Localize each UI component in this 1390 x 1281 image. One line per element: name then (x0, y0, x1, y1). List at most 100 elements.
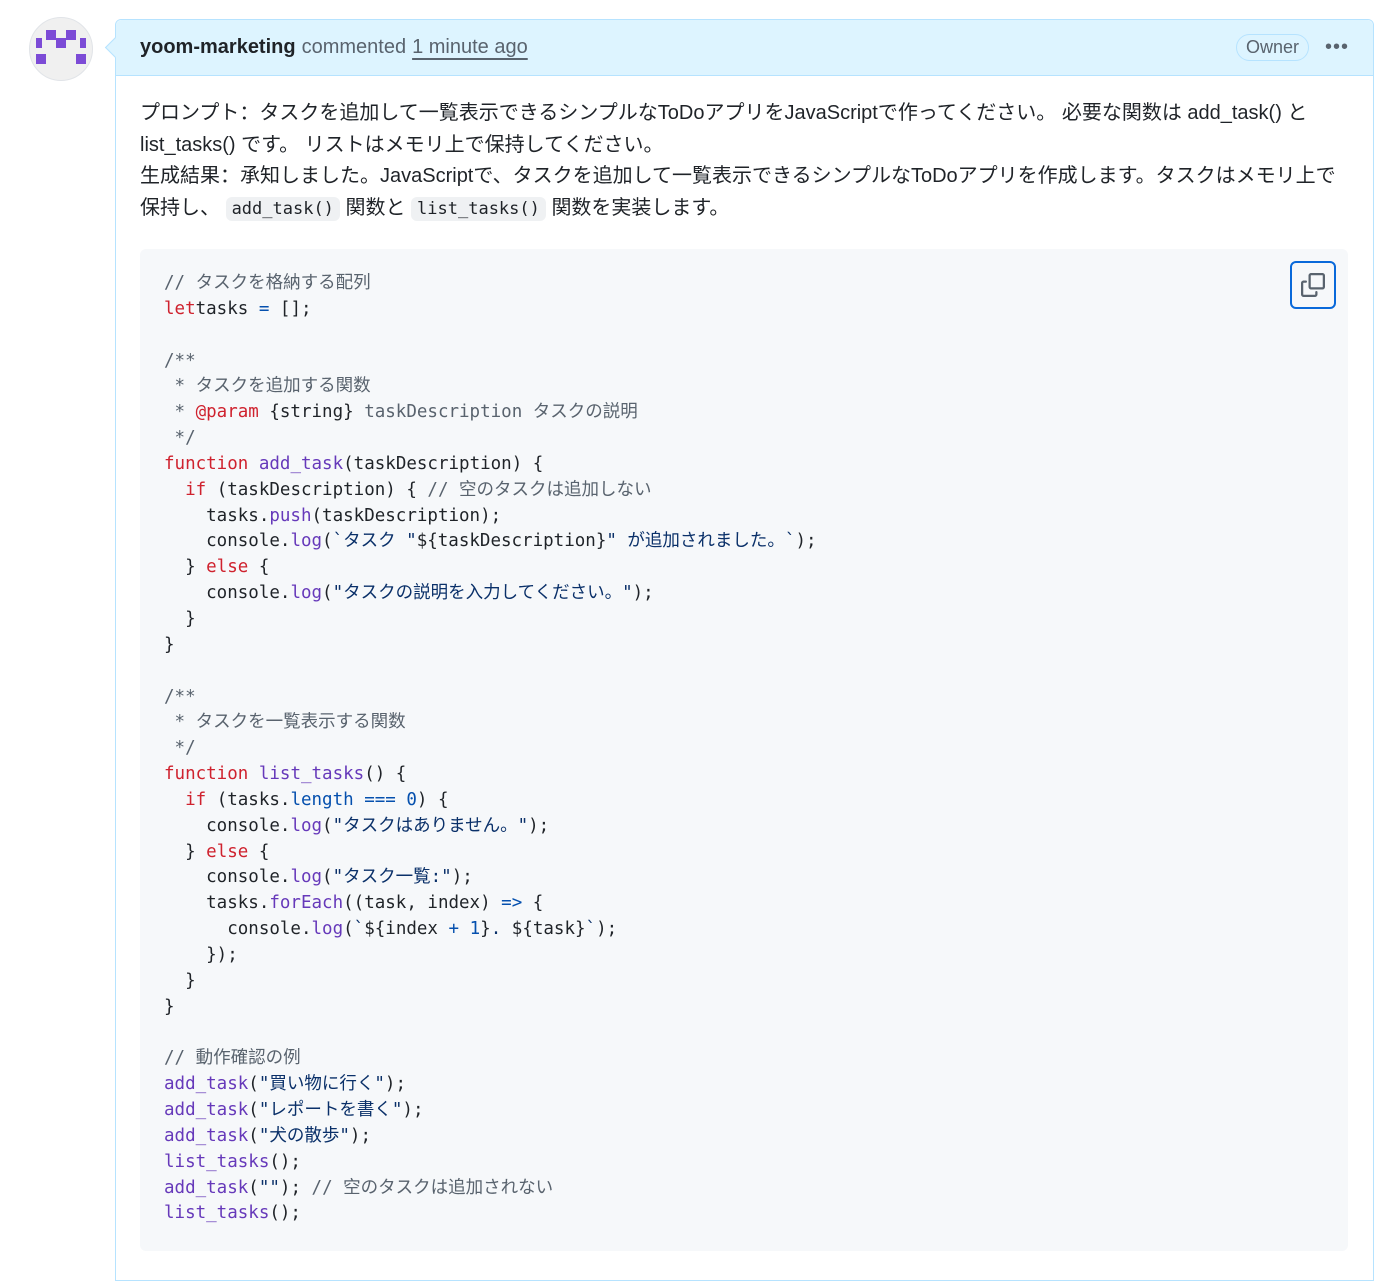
code-token: "" (258, 1177, 280, 1198)
code-line: function add_task(taskDescription) { (164, 452, 1324, 478)
code-token: } (164, 841, 207, 862)
code-token: => (501, 893, 523, 914)
code-token: forEach (269, 893, 344, 914)
code-token: { (522, 893, 544, 914)
code-line: add_task("レポートを書く"); (164, 1098, 1324, 1124)
copy-button[interactable] (1290, 261, 1336, 309)
code-token: []; (269, 298, 312, 319)
code-line: * タスクを追加する関数 (164, 374, 1324, 400)
code-line: }); (164, 943, 1324, 969)
code-token: } (164, 996, 175, 1017)
code-token: if (185, 789, 207, 810)
code-line: */ (164, 426, 1324, 452)
result-text: 関数と (345, 196, 406, 219)
code-token: else (206, 557, 249, 578)
code-line: lettasks = []; (164, 297, 1324, 323)
code-line: /** (164, 349, 1324, 375)
timestamp-link[interactable]: 1 minute ago (412, 36, 528, 59)
code-token: ); (451, 867, 473, 888)
code-token: log (290, 531, 323, 552)
code-line: } (164, 969, 1324, 995)
code-token: // タスクを格納する配列 (164, 273, 371, 293)
code-token: length (290, 789, 354, 810)
code-token: "タスク一覧:" (332, 867, 452, 888)
code-line: } (164, 995, 1324, 1021)
code-token: ${index (364, 919, 449, 940)
owner-badge: Owner (1235, 34, 1309, 61)
code-token: console. (164, 815, 291, 836)
author-link[interactable]: yoom-marketing (140, 36, 296, 59)
code-line: } (164, 633, 1324, 659)
code-token: "タスクはありません。" (332, 815, 529, 836)
code-token: list_tasks (164, 1203, 270, 1224)
code-token: ${task} (511, 919, 586, 940)
comment-header: yoom-marketing commented 1 minute ago Ow… (116, 20, 1373, 76)
code-line: } else { (164, 555, 1324, 581)
code-block: // タスクを格納する配列 lettasks = []; /** * タスクを追加… (140, 249, 1348, 1251)
code-line: if (tasks.length === 0) { (164, 788, 1324, 814)
code-token: ); (528, 815, 550, 836)
code-line: * タスクを一覧表示する関数 (164, 710, 1324, 736)
code-token: ( (248, 1100, 259, 1120)
code-token: (taskDescription) { (343, 453, 544, 474)
code-line: /** (164, 685, 1324, 711)
code-token: (); (269, 1151, 301, 1172)
result-text: 関数を実装します。 (551, 196, 730, 219)
code-line: tasks.forEach((task, index) => { (164, 891, 1324, 917)
avatar[interactable] (29, 17, 93, 81)
code-line: add_task("犬の散歩"); (164, 1124, 1324, 1150)
code-token: add_task (258, 453, 344, 474)
code-token: /** (164, 350, 196, 371)
code-token: @param (195, 402, 259, 423)
code-line: } else { (164, 840, 1324, 866)
code-token: list_tasks (258, 764, 365, 785)
kebab-horizontal-icon[interactable]: ••• (1325, 36, 1349, 59)
code-token: add_task (164, 1100, 249, 1120)
code-line: function list_tasks() { (164, 762, 1324, 788)
code-token: 1 (469, 919, 481, 940)
code-token: add_task (164, 1074, 249, 1095)
code-token: . (490, 919, 512, 940)
code-line: console.log(`${index + 1}. ${task}`); (164, 917, 1324, 943)
code-token: { (248, 841, 270, 862)
code-token: () { (364, 764, 407, 785)
code-token: list_tasks (164, 1151, 270, 1172)
code-token: } (480, 919, 491, 940)
code-token: = (258, 298, 270, 319)
code-token: (); (269, 1203, 301, 1224)
code-line: } (164, 607, 1324, 633)
code-token: */ (164, 738, 196, 759)
result-paragraph: 生成結果：承知しました。JavaScriptで、タスクを追加して一覧表示できるシ… (140, 161, 1349, 225)
inline-code: list_tasks() (411, 196, 546, 221)
code-token: if (185, 479, 207, 500)
code-token: ); (795, 531, 817, 552)
code-token: "レポートを書く" (258, 1100, 403, 1120)
code-token: " が追加されました。` (606, 531, 796, 552)
code-line: console.log("タスクの説明を入力してください。"); (164, 581, 1324, 607)
comment: yoom-marketing commented 1 minute ago Ow… (104, 19, 1374, 1281)
code-line: if (taskDescription) { // 空のタスクは追加しない (164, 478, 1324, 504)
code-line: * @param {string} taskDescription タスクの説明 (164, 400, 1324, 426)
code-token: ( (322, 531, 333, 552)
code-token: console. (164, 531, 291, 552)
code-token: */ (164, 428, 196, 449)
code-line: // 動作確認の例 (164, 1046, 1324, 1072)
copy-icon (1301, 273, 1325, 297)
inline-code: add_task() (225, 196, 340, 221)
code-token: * (164, 402, 196, 423)
code-token: }); (164, 944, 238, 965)
code-token: push (269, 505, 312, 526)
code-token: 0 (406, 789, 417, 810)
code-token: } (164, 634, 175, 655)
code-token: console. (164, 867, 291, 888)
code-token: } (164, 608, 196, 629)
code-line: list_tasks(); (164, 1150, 1324, 1176)
code-token: + (448, 919, 460, 940)
code-line: list_tasks(); (164, 1201, 1324, 1227)
code-token: === (364, 789, 396, 810)
